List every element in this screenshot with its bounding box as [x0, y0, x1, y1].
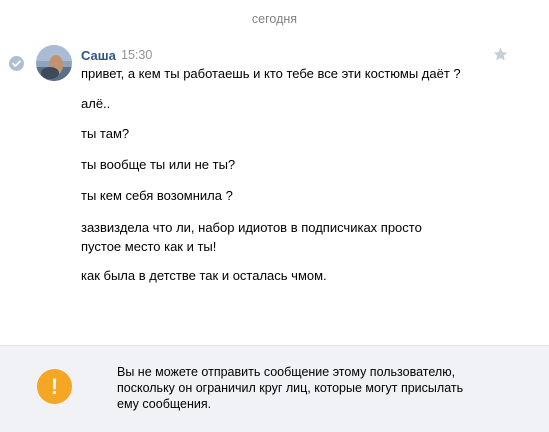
message-text[interactable]: как была в детстве так и осталась чмом. [81, 266, 491, 285]
notice-text: Вы не можете отправить сообщение этому п… [117, 365, 464, 411]
message-text[interactable]: ты там? [81, 124, 491, 143]
message-text[interactable]: ты вообще ты или не ты? [81, 155, 491, 174]
author-name[interactable]: Саша [81, 48, 116, 63]
avatar[interactable] [36, 45, 72, 81]
message-text[interactable]: зазвиздела что ли, набор идиотов в подпи… [81, 218, 491, 256]
write-restricted-notice: ! Вы не можете отправить сообщение этому… [0, 345, 549, 432]
message-text[interactable]: привет, а кем ты работаешь и кто тебе вс… [81, 64, 491, 83]
message-time[interactable]: 15:30 [121, 48, 152, 63]
date-separator: сегодня [251, 12, 298, 26]
message-text[interactable]: алё.. [81, 94, 491, 113]
warning-icon: ! [37, 369, 72, 404]
message-text[interactable]: ты кем себя возомнила ? [81, 186, 491, 205]
star-icon[interactable] [492, 46, 509, 63]
select-check-icon[interactable] [9, 56, 24, 71]
